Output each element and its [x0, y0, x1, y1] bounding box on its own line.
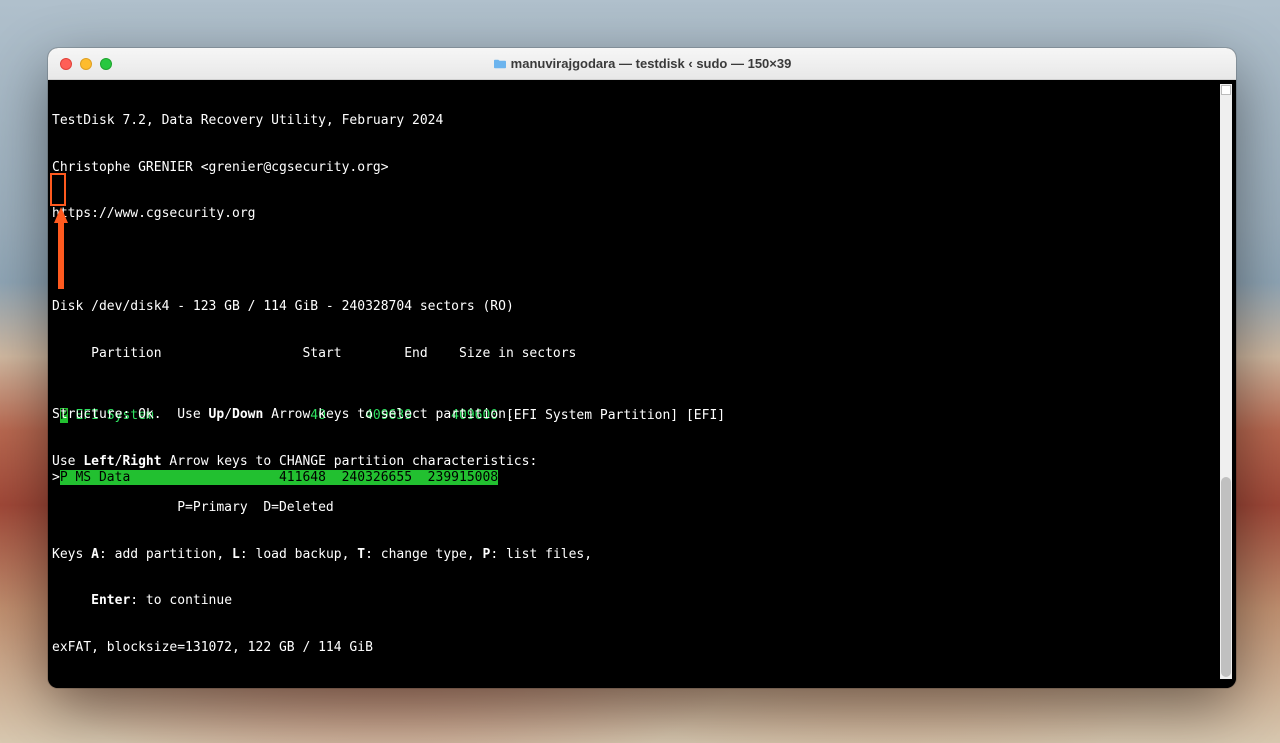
annotation-highlight-box [50, 173, 66, 206]
minimize-icon[interactable] [80, 58, 92, 70]
scroll-thumb[interactable] [1221, 477, 1231, 677]
fs-info: exFAT, blocksize=131072, 122 GB / 114 Gi… [52, 640, 592, 656]
fullscreen-icon[interactable] [100, 58, 112, 70]
terminal-window: manuvirajgodara — testdisk ‹ sudo — 150×… [48, 48, 1236, 688]
footer-block: Structure: Ok. Use Up/Down Arrow keys to… [52, 376, 592, 686]
blank-line [52, 253, 1232, 269]
hint-use: Use Left/Right Arrow keys to CHANGE part… [52, 454, 592, 470]
hint-keys: Keys A: add partition, L: load backup, T… [52, 547, 592, 563]
header-line-2: Christophe GRENIER <grenier@cgsecurity.o… [52, 160, 1232, 176]
hint-structure: Structure: Ok. Use Up/Down Arrow keys to… [52, 407, 592, 423]
column-headers: Partition Start End Size in sectors [52, 346, 1232, 362]
hint-enter: Enter: to continue [52, 593, 592, 609]
header-line-1: TestDisk 7.2, Data Recovery Utility, Feb… [52, 113, 1232, 129]
window-title: manuvirajgodara — testdisk ‹ sudo — 150×… [48, 56, 1236, 71]
window-titlebar[interactable]: manuvirajgodara — testdisk ‹ sudo — 150×… [48, 48, 1236, 80]
scrollbar[interactable] [1220, 84, 1232, 679]
terminal-content[interactable]: TestDisk 7.2, Data Recovery Utility, Feb… [48, 80, 1236, 688]
folder-icon [493, 58, 507, 70]
scroll-indicator-icon [1221, 85, 1231, 95]
window-title-text: manuvirajgodara — testdisk ‹ sudo — 150×… [511, 56, 792, 71]
disk-info: Disk /dev/disk4 - 123 GB / 114 GiB - 240… [52, 299, 1232, 315]
header-line-3: https://www.cgsecurity.org [52, 206, 1232, 222]
traffic-lights [48, 58, 112, 70]
close-icon[interactable] [60, 58, 72, 70]
hint-legend: P=Primary D=Deleted [52, 500, 592, 516]
